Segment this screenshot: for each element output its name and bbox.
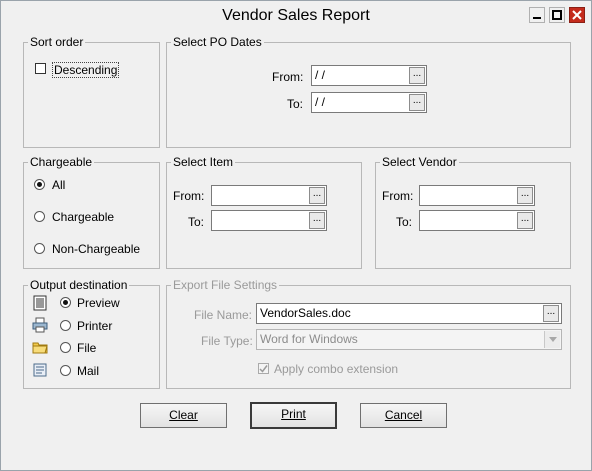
clear-button-label: Clear xyxy=(169,408,198,422)
select-vendor-legend: Select Vendor xyxy=(382,155,457,169)
print-button[interactable]: Print xyxy=(250,402,337,429)
output-printer-label[interactable]: Printer xyxy=(77,319,112,333)
po-to-browse-button[interactable]: ... xyxy=(409,94,425,111)
close-button[interactable] xyxy=(569,7,585,23)
po-from-label: From: xyxy=(272,70,304,84)
descending-checkbox[interactable] xyxy=(35,63,46,74)
sort-order-legend: Sort order xyxy=(30,35,84,49)
file-name-input[interactable]: VendorSales.doc xyxy=(256,303,562,324)
apply-combo-extension-checkbox[interactable] xyxy=(258,363,269,374)
vendor-to-browse-button[interactable]: ... xyxy=(517,212,533,229)
vendor-from-label: From: xyxy=(382,189,414,203)
chevron-down-icon xyxy=(548,337,557,342)
print-button-label: Print xyxy=(281,407,306,421)
maximize-button[interactable] xyxy=(549,7,565,23)
mail-icon xyxy=(33,363,47,377)
close-icon xyxy=(572,10,582,20)
item-from-browse-button[interactable]: ... xyxy=(309,187,325,204)
file-type-value: Word for Windows xyxy=(260,332,358,346)
vendor-from-browse-button[interactable]: ... xyxy=(517,187,533,204)
window-title: Vendor Sales Report xyxy=(222,7,370,24)
chargeable-all-radio[interactable] xyxy=(34,179,45,190)
select-item-legend: Select Item xyxy=(173,155,234,169)
cancel-button[interactable]: Cancel xyxy=(360,403,447,428)
maximize-icon xyxy=(552,10,562,20)
vendor-to-label: To: xyxy=(396,215,413,229)
file-type-label: File Type: xyxy=(201,334,253,348)
title-bar: Vendor Sales Report xyxy=(1,1,591,31)
minimize-button[interactable] xyxy=(529,7,545,23)
po-from-browse-button[interactable]: ... xyxy=(409,67,425,84)
item-to-label: To: xyxy=(188,215,205,229)
file-name-value: VendorSales.doc xyxy=(260,306,351,320)
output-preview-radio[interactable] xyxy=(60,297,71,308)
apply-combo-extension-label[interactable]: Apply combo extension xyxy=(274,362,398,376)
preview-icon xyxy=(33,295,47,311)
item-from-label: From: xyxy=(173,189,205,203)
output-mail-radio[interactable] xyxy=(60,365,71,376)
checkmark-icon xyxy=(259,365,268,373)
po-from-value: / / xyxy=(315,68,326,82)
chargeable-legend: Chargeable xyxy=(30,155,93,169)
output-file-radio[interactable] xyxy=(60,342,71,353)
printer-icon xyxy=(32,317,48,333)
po-to-value: / / xyxy=(315,95,326,109)
output-file-label[interactable]: File xyxy=(77,341,96,355)
folder-icon xyxy=(32,342,48,354)
output-mail-label[interactable]: Mail xyxy=(77,364,99,378)
vendor-sales-report-window: Vendor Sales Report Sort order Descendin… xyxy=(0,0,592,471)
chargeable-non-chargeable-label[interactable]: Non-Chargeable xyxy=(52,242,140,256)
item-to-browse-button[interactable]: ... xyxy=(309,212,325,229)
chargeable-non-chargeable-radio[interactable] xyxy=(34,243,45,254)
file-type-select[interactable]: Word for Windows xyxy=(256,329,562,350)
output-destination-legend: Output destination xyxy=(30,278,128,292)
clear-button[interactable]: Clear xyxy=(140,403,227,428)
cancel-button-label: Cancel xyxy=(384,408,423,422)
file-name-label: File Name: xyxy=(194,308,253,322)
chargeable-all-label[interactable]: All xyxy=(52,178,65,192)
chargeable-chargeable-label[interactable]: Chargeable xyxy=(52,210,114,224)
file-type-dropdown-button[interactable] xyxy=(544,331,560,348)
output-preview-label[interactable]: Preview xyxy=(77,296,120,310)
po-dates-legend: Select PO Dates xyxy=(173,35,262,49)
chargeable-chargeable-radio[interactable] xyxy=(34,211,45,222)
po-to-label: To: xyxy=(287,97,304,111)
descending-label[interactable]: Descending xyxy=(52,62,120,78)
output-printer-radio[interactable] xyxy=(60,320,71,331)
export-settings-legend: Export File Settings xyxy=(173,278,278,292)
sort-order-group: Sort order xyxy=(23,35,160,148)
minimize-icon xyxy=(533,17,541,19)
file-name-browse-button[interactable]: ... xyxy=(543,305,559,322)
